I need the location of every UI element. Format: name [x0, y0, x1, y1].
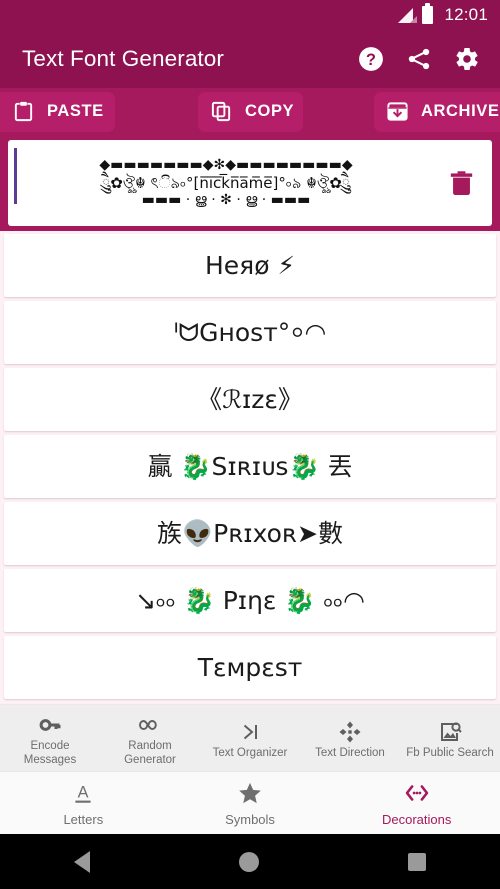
table-row[interactable]: Tεᴍpεsт	[4, 636, 496, 699]
font-style-card-hero: Heяø ⚡	[204, 250, 295, 280]
feature-label: Random Generator	[124, 740, 176, 766]
svg-text:A: A	[78, 783, 89, 801]
font-style-list[interactable]: Heяø ⚡ ᑊᗢGʜᴏsᴛ°⸰◠ 《ℛɪzε》 贏 🐉Sɪʀɪᴜs🐉 丟 族👽…	[0, 231, 500, 704]
battery-full-icon	[422, 3, 434, 24]
feature-label: Text Organizer	[212, 746, 288, 759]
trash-icon	[450, 171, 472, 196]
text-organizer-icon	[243, 724, 257, 740]
feature-label: Fb Public Search	[406, 746, 494, 759]
share-button[interactable]	[406, 46, 432, 72]
paste-button[interactable]: PASTE	[0, 91, 115, 132]
font-style-card-ghost: ᑊᗢGʜᴏsᴛ°⸰◠	[173, 317, 327, 347]
letter-a-underline-icon: A	[75, 783, 91, 803]
decorated-text-value[interactable]: ◆▬▬▬▬▬▬▬◆✻◆▬▬▬▬▬▬▬▬◆ ཻུུ✿ঔৣ☬ ৎි৯৹°[n̅i̅c…	[18, 157, 434, 209]
copy-button[interactable]: COPY	[198, 91, 303, 132]
star-icon	[239, 782, 261, 803]
help-button[interactable]: ?	[358, 46, 384, 72]
feature-text-direction[interactable]: Text Direction	[300, 705, 400, 771]
app-bar: Text Font Generator ?	[0, 30, 500, 88]
font-style-card-tempest: Tεᴍpεsт	[197, 652, 303, 682]
decorated-text-line1: ◆▬▬▬▬▬▬▬◆✻◆▬▬▬▬▬▬▬▬◆	[99, 156, 353, 173]
tab-label: Symbols	[225, 811, 275, 827]
signal-bars-icon	[398, 7, 418, 23]
decorated-text-line2: ཻུུ✿ঔৣ☬ ৎි৯৹°[n̅i̅c̅k̅n̅a̅m̅e̅]°৹৯ ☬ঔৣ✿ཻ…	[101, 173, 351, 192]
paste-label: PASTE	[47, 102, 104, 120]
feature-encode-messages[interactable]: Encode Messages	[0, 705, 100, 771]
archive-button[interactable]: ARCHIVE	[374, 91, 500, 132]
share-icon	[408, 48, 430, 70]
font-style-card-pine: ↘৹৹ 🐉 Pɪηε 🐉 ৹৹◠	[135, 585, 365, 615]
table-row[interactable]: ↘৹৹ 🐉 Pɪηε 🐉 ৹৹◠	[4, 569, 496, 632]
settings-button[interactable]	[454, 46, 480, 72]
app-root: 12:01 Text Font Generator ? PASTE COPY A…	[0, 0, 500, 889]
table-row[interactable]: 贏 🐉Sɪʀɪᴜs🐉 丟	[4, 435, 496, 498]
infinity-icon	[139, 720, 157, 731]
tab-label: Letters	[63, 811, 104, 827]
settings-gear-icon	[456, 48, 478, 70]
android-nav-bar	[0, 834, 500, 889]
action-strip: PASTE COPY ARCHIVE	[0, 88, 500, 135]
tab-symbols[interactable]: Symbols	[167, 772, 334, 834]
feature-label: Text Direction	[315, 746, 385, 759]
table-row[interactable]: 《ℛɪzε》	[4, 368, 496, 431]
tab-decorations[interactable]: Decorations	[333, 772, 500, 834]
status-icons: 12:01	[398, 3, 488, 25]
tab-label: Decorations	[381, 811, 452, 827]
decorated-text-line3: ▬▬▬ · ൠ · ✻ · ൠ · ▬▬▬	[141, 192, 311, 209]
clipboard-paste-icon	[14, 101, 33, 122]
feature-label: Encode Messages	[23, 740, 77, 766]
table-row[interactable]: ᑊᗢGʜᴏsᴛ°⸰◠	[4, 301, 496, 364]
text-input-field[interactable]: ◆▬▬▬▬▬▬▬◆✻◆▬▬▬▬▬▬▬▬◆ ཻུུ✿ঔৣ☬ ৎි৯৹°[n̅i̅c…	[8, 140, 492, 226]
table-row[interactable]: Heяø ⚡	[4, 234, 496, 297]
table-row[interactable]: 族👽Pʀɪxoʀ➤數	[4, 502, 496, 565]
status-clock: 12:01	[444, 5, 488, 24]
tab-letters[interactable]: A Letters	[0, 772, 167, 834]
font-style-card-sirius: 贏 🐉Sɪʀɪᴜs🐉 丟	[147, 451, 353, 481]
status-bar: 12:01	[0, 0, 500, 30]
move-arrows-icon	[339, 721, 361, 743]
key-icon	[39, 719, 61, 732]
svg-text:?: ?	[366, 51, 376, 69]
page-title: Text Font Generator	[22, 46, 224, 71]
angle-brackets-dots-icon	[405, 784, 428, 801]
delete-text-button[interactable]	[434, 168, 488, 198]
app-bar-actions: ?	[358, 46, 486, 72]
bottom-tab-bar: A Letters Symbols Decorations	[0, 771, 500, 834]
text-cursor	[14, 148, 17, 204]
archive-label: ARCHIVE	[421, 102, 500, 120]
recents-square-icon[interactable]	[407, 852, 426, 871]
home-circle-icon[interactable]	[238, 851, 259, 872]
font-style-card-rize: 《ℛɪzε》	[197, 384, 303, 414]
image-search-icon	[441, 722, 462, 741]
back-triangle-icon[interactable]	[74, 850, 91, 873]
feature-text-organizer[interactable]: Text Organizer	[200, 705, 300, 771]
copy-label: COPY	[245, 102, 295, 120]
copy-icon	[211, 101, 231, 122]
feature-random-generator[interactable]: Random Generator	[100, 705, 200, 771]
feature-toolbar: Encode Messages Random Generator Text Or…	[0, 704, 500, 771]
archive-icon	[387, 102, 408, 121]
editor-container: ◆▬▬▬▬▬▬▬◆✻◆▬▬▬▬▬▬▬▬◆ ཻུུ✿ঔৣ☬ ৎි৯৹°[n̅i̅c…	[0, 135, 500, 231]
font-style-card-prixor: 族👽Pʀɪxoʀ➤數	[157, 518, 343, 548]
feature-fb-public-search[interactable]: Fb Public Search	[400, 705, 500, 771]
help-icon: ?	[359, 47, 383, 71]
